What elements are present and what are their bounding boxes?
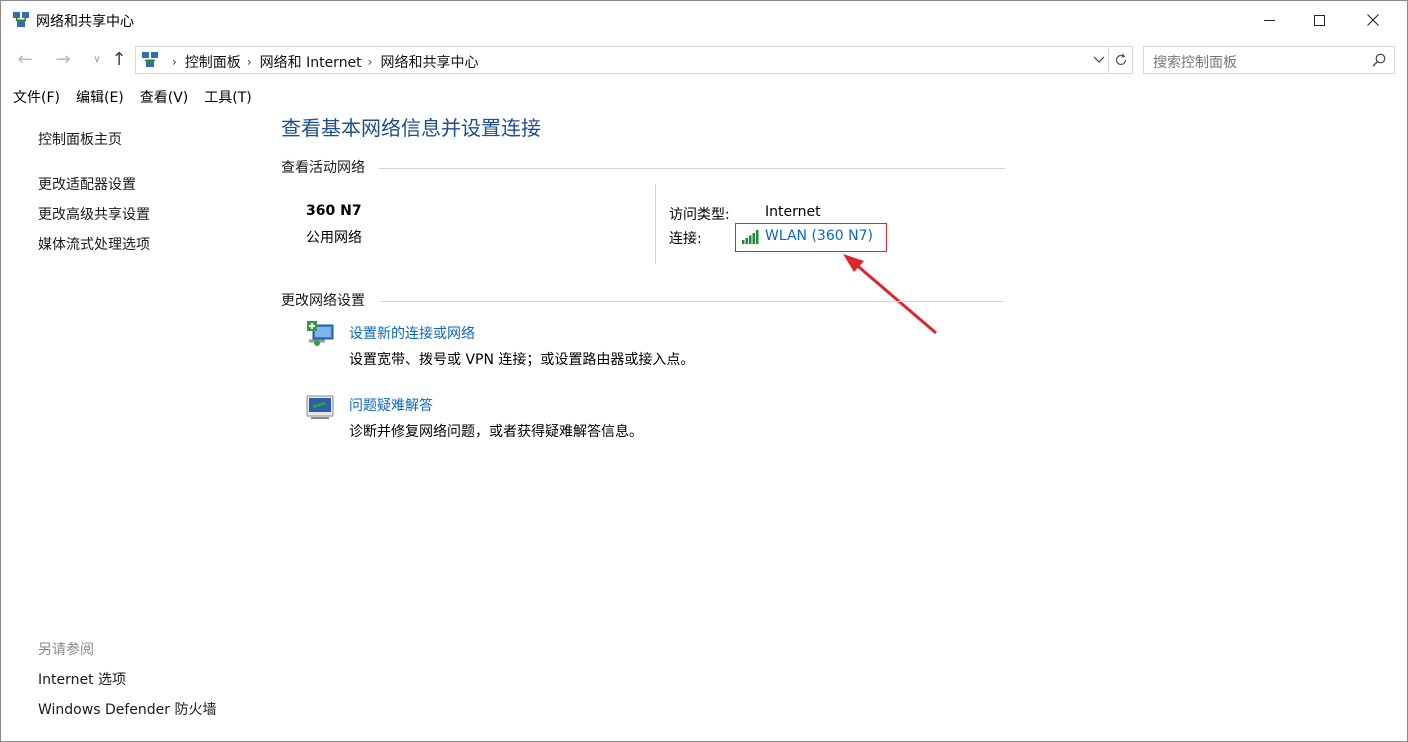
active-networks-heading: 查看活动网络	[281, 160, 365, 176]
close-button[interactable]	[1347, 1, 1399, 39]
breadcrumb-control-panel[interactable]: 控制面板	[185, 52, 241, 72]
control-panel-home-link[interactable]: 控制面板主页	[38, 129, 122, 149]
network-name: 360 N7	[306, 203, 362, 219]
maximize-icon	[1313, 14, 1325, 26]
address-dropdown-button[interactable]	[1089, 49, 1109, 71]
address-bar[interactable]: › 控制面板 › 网络和 Internet › 网络和共享中心	[135, 46, 1109, 74]
menu-bar: 文件(F) 编辑(E) 查看(V) 工具(T)	[5, 85, 260, 107]
menu-file[interactable]: 文件(F)	[5, 85, 68, 107]
forward-button[interactable]: →	[53, 50, 73, 70]
search-placeholder: 搜索控制面板	[1153, 55, 1237, 71]
network-center-icon	[13, 12, 29, 27]
breadcrumb-network-sharing-center[interactable]: 网络和共享中心	[380, 52, 478, 72]
internet-options-link[interactable]: Internet 选项	[38, 669, 126, 689]
wifi-signal-icon	[742, 230, 759, 244]
search-input[interactable]: 搜索控制面板	[1143, 46, 1395, 74]
chevron-right-icon[interactable]: ›	[172, 55, 177, 69]
chevron-down-icon	[1093, 56, 1105, 63]
section-divider	[379, 168, 1005, 169]
breadcrumb-network-internet[interactable]: 网络和 Internet	[260, 52, 362, 72]
back-button[interactable]: ←	[15, 50, 35, 70]
menu-edit[interactable]: 编辑(E)	[68, 85, 132, 107]
new-connection-icon	[307, 321, 334, 346]
access-type-label: 访问类型:	[669, 207, 730, 223]
annotation-arrow-icon	[843, 254, 937, 335]
refresh-button[interactable]	[1109, 46, 1133, 74]
search-icon[interactable]	[1372, 53, 1386, 67]
menu-view[interactable]: 查看(V)	[132, 85, 197, 107]
recent-locations-button[interactable]: ∨	[87, 50, 107, 70]
refresh-icon	[1115, 53, 1126, 66]
up-button[interactable]: ↑	[109, 50, 129, 70]
network-type-link: 公用网络	[306, 230, 362, 246]
minimize-button[interactable]	[1243, 1, 1295, 39]
setup-connection-desc: 设置宽带、拨号或 VPN 连接；或设置路由器或接入点。	[349, 352, 695, 368]
title-bar: 网络和共享中心	[1, 1, 1407, 39]
connection-label: 连接:	[669, 231, 702, 247]
troubleshoot-desc: 诊断并修复网络问题，或者获得疑难解答信息。	[349, 424, 643, 440]
network-center-icon	[142, 52, 158, 67]
chevron-right-icon[interactable]: ›	[247, 55, 252, 69]
change-settings-heading: 更改网络设置	[281, 293, 365, 309]
adapter-settings-link[interactable]: 更改适配器设置	[38, 174, 136, 194]
troubleshoot-icon	[306, 395, 334, 419]
access-type-value: Internet	[765, 204, 821, 220]
see-also-heading: 另请参阅	[38, 642, 94, 658]
breadcrumb: › 控制面板 › 网络和 Internet › 网络和共享中心	[166, 52, 478, 72]
chevron-right-icon[interactable]: ›	[368, 55, 373, 69]
page-title: 查看基本网络信息并设置连接	[281, 116, 541, 140]
minimize-icon	[1263, 19, 1275, 21]
maximize-button[interactable]	[1293, 1, 1345, 39]
menu-tools[interactable]: 工具(T)	[196, 85, 259, 107]
section-divider	[379, 301, 1005, 302]
firewall-link[interactable]: Windows Defender 防火墙	[38, 699, 216, 719]
window: 网络和共享中心 ← → ∨ ↑ › 控制面板 › 网络和 Internet › …	[0, 0, 1408, 742]
window-title: 网络和共享中心	[36, 14, 134, 30]
wlan-connection-link[interactable]: WLAN (360 N7)	[765, 228, 873, 244]
advanced-sharing-link[interactable]: 更改高级共享设置	[38, 204, 150, 224]
setup-connection-link[interactable]: 设置新的连接或网络	[349, 323, 475, 343]
troubleshoot-link[interactable]: 问题疑难解答	[349, 395, 433, 415]
vertical-divider	[655, 184, 656, 264]
media-streaming-link[interactable]: 媒体流式处理选项	[38, 234, 150, 254]
close-icon	[1367, 14, 1379, 26]
